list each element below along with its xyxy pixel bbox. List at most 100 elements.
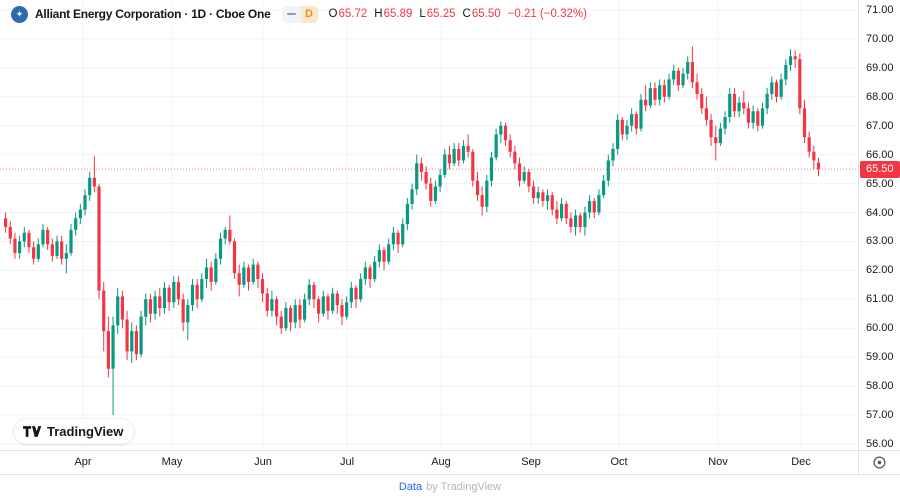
time-axis-label: Aug: [431, 456, 451, 468]
time-axis[interactable]: Apr May Jun Jul Aug Sep Oct Nov Dec: [0, 450, 858, 474]
price-axis-label: 71.00: [866, 4, 894, 16]
price-axis-label: 64.00: [866, 206, 894, 219]
change-value: −0.21 (−0.32%): [507, 8, 587, 20]
candle-body: [158, 296, 162, 308]
candlestick-chart[interactable]: [0, 0, 858, 450]
time-axis-label: Dec: [791, 456, 811, 468]
candle-body: [616, 119, 620, 149]
candle-body: [41, 229, 45, 245]
candle-body: [774, 82, 779, 97]
candle-body: [471, 151, 475, 181]
candle-body: [401, 224, 405, 245]
candle-body: [737, 102, 741, 112]
candle-body: [139, 316, 143, 355]
candle-body: [246, 267, 251, 282]
candle-body: [354, 287, 358, 300]
candle-body: [784, 64, 788, 80]
candle-body: [345, 302, 349, 317]
candle-body: [22, 232, 26, 242]
candle-body: [204, 267, 209, 280]
time-axis-label: Jul: [339, 456, 355, 468]
candle-body: [429, 183, 433, 201]
candle-body: [578, 215, 582, 227]
price-axis[interactable]: 65.50 71.00 70.00 69.00 68.00 67.00 66.00 65.0…: [858, 0, 900, 474]
price-axis-label: 59.00: [866, 351, 894, 364]
price-axis-label: 70.00: [866, 32, 894, 45]
candle-body: [298, 305, 302, 320]
candle-body: [555, 209, 559, 219]
candle-body: [130, 331, 134, 352]
tradingview-mark-icon: [23, 426, 42, 437]
candle-body: [74, 218, 78, 230]
last-price-badge: 65.50: [860, 160, 900, 178]
low-label: L: [419, 8, 426, 20]
candle-body: [452, 148, 456, 164]
candle-body: [634, 114, 638, 129]
candle-body: [653, 88, 657, 100]
symbol-legend: ✦ Alliant Energy Corporation · 1D · Cboe…: [9, 4, 589, 24]
candle-body: [517, 163, 522, 181]
axis-corner: [858, 450, 900, 474]
candle-body: [97, 186, 101, 291]
tradingview-logo[interactable]: TradingView: [14, 419, 135, 444]
candle-body: [214, 258, 218, 282]
candle-body: [410, 189, 414, 204]
candle-body: [461, 145, 466, 161]
candle-body: [583, 212, 587, 227]
symbol-title-chip[interactable]: ✦ Alliant Energy Corporation · 1D · Cboe…: [9, 5, 273, 23]
candle-body: [335, 293, 339, 306]
candle-body: [686, 62, 690, 74]
candle-body: [466, 145, 470, 152]
time-axis-label: Apr: [74, 456, 92, 468]
attribution-bar: Data by TradingView: [0, 474, 900, 498]
candle-body: [331, 293, 335, 311]
candle-body: [8, 226, 12, 239]
candle-body: [363, 267, 367, 280]
candle-body: [756, 111, 760, 126]
candle-body: [4, 218, 8, 227]
candle-body: [494, 134, 498, 158]
price-axis-label: 69.00: [866, 61, 894, 74]
candle-body: [644, 99, 648, 106]
candle-body: [36, 244, 40, 259]
candle-body: [438, 174, 442, 187]
candle-body: [648, 88, 652, 106]
candle-body: [232, 241, 237, 274]
candle-body: [718, 128, 723, 144]
price-axis-label: 66.00: [866, 148, 894, 161]
interval-badge[interactable]: D: [281, 5, 318, 23]
candle-body: [480, 195, 484, 207]
candle-body: [676, 70, 680, 86]
price-axis-label: 65.00: [866, 177, 894, 190]
candle-body: [816, 162, 821, 170]
candle-body: [662, 85, 666, 97]
candle-body: [60, 241, 64, 259]
price-axis-label: 56.00: [866, 437, 894, 450]
candle-body: [714, 137, 718, 144]
data-link[interactable]: Data: [399, 481, 422, 493]
candle-body: [260, 279, 265, 294]
low-value: 65.25: [426, 8, 456, 20]
candle-body: [55, 241, 59, 256]
candle-body: [88, 177, 92, 196]
chart-canvas[interactable]: ✦ Alliant Energy Corporation · 1D · Cboe…: [0, 0, 858, 450]
candle-body: [765, 93, 769, 109]
dash-icon: [282, 6, 301, 23]
chart-settings-icon[interactable]: [872, 455, 887, 470]
candle-body: [709, 119, 713, 138]
candle-body: [447, 154, 452, 164]
candle-body: [779, 79, 783, 97]
symbol-title[interactable]: Alliant Energy Corporation · 1D · Cboe O…: [35, 7, 271, 21]
candle-body: [672, 70, 676, 80]
candle-body: [667, 79, 671, 97]
candle-body: [228, 229, 232, 242]
candle-body: [284, 307, 288, 329]
candle-body: [559, 203, 564, 219]
candle-body: [690, 62, 694, 83]
candle-body: [499, 125, 503, 135]
candle-body: [751, 111, 755, 123]
candle-body: [256, 264, 260, 280]
candle-body: [405, 203, 409, 225]
candle-body: [475, 180, 480, 196]
candle-body: [541, 192, 545, 201]
